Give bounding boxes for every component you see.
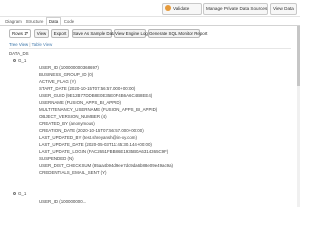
tree-node-icon[interactable]	[13, 59, 16, 62]
validate-label: Validate	[173, 6, 190, 11]
manage-private-data-sources-button[interactable]: Manage Private Data Sources	[203, 3, 268, 15]
tree-field: USERNAME (FUSION_APPS_BI_APPID)	[39, 100, 121, 105]
tree-group[interactable]: G_1	[18, 191, 26, 196]
tree-root: DATA_DS	[9, 51, 29, 56]
save-as-sample-data-button[interactable]: Save As Sample Data	[72, 29, 116, 38]
tree-field: CREATION_DATE (2020-10-15T07:56:57.000+0…	[39, 128, 144, 133]
view-button[interactable]: View	[34, 29, 49, 38]
scrollbar-thumb[interactable]	[297, 26, 300, 86]
header-bar: Validate Manage Private Data Sources Vie…	[0, 0, 300, 17]
table-view-link[interactable]: Table View	[32, 42, 53, 47]
view-data-button[interactable]: View Data	[270, 3, 297, 15]
view-separator: |	[29, 42, 31, 47]
view-switcher: Tree View | Table View	[9, 42, 52, 47]
tree-field: USER_ID (100000000...	[39, 199, 87, 204]
tree-field: OBJECT_VERSION_NUMBER (4)	[39, 114, 107, 119]
export-button[interactable]: Export	[51, 29, 69, 38]
validate-icon	[165, 5, 171, 12]
tree-field: USER_DIST_CHECKSUM (85aa4b94d9ee7dc9da6b…	[39, 163, 174, 168]
tree-field: START_DATE (2020-10-15T07:56:57.000+00:0…	[39, 86, 136, 91]
data-toolbar: Rows 1 View Export Save As Sample Data V…	[0, 29, 300, 40]
tab-divider	[0, 25, 300, 26]
view-data-label: View Data	[273, 6, 294, 11]
tree-field: LAST_UPDATE_DATE (2020-05-03T11:45:30.14…	[39, 142, 152, 147]
tree-field: USER_ID (100000000368697)	[39, 65, 99, 70]
view-engine-log-button[interactable]: View Engine Log	[114, 29, 148, 38]
tree-field: CREATED_BY (anonymous)	[39, 121, 95, 126]
generate-sql-monitor-report-button[interactable]: Generate SQL Monitor Report	[148, 29, 207, 38]
rows-select-value: Rows 1	[12, 31, 27, 36]
chevron-down-icon	[26, 32, 28, 34]
tree-field: CREDENTIALS_EMAIL_SENT (Y)	[39, 170, 107, 175]
rows-select[interactable]: Rows 1	[9, 29, 31, 38]
tree-field: ACTIVE_FLAG (Y)	[39, 79, 76, 84]
validate-button[interactable]: Validate	[162, 3, 202, 15]
tree-field: MULTITENANCY_USERNAME (FUSION_APPS_BI_AP…	[39, 107, 158, 112]
tree-group[interactable]: G_1	[18, 58, 26, 63]
tree-view-link[interactable]: Tree View	[9, 42, 28, 47]
view-divider	[9, 48, 291, 49]
tree-field: LAST_UPDATED_BY (test.shreyansh@in-xy.co…	[39, 135, 137, 140]
tree-node-icon[interactable]	[13, 192, 16, 195]
manage-label: Manage Private Data Sources	[206, 6, 268, 11]
tree-field: USER_GUID (9E12B77DDB8E0E35E0F4B6A6C4B8E…	[39, 93, 153, 98]
tree-field: LAST_UPDATE_LOGIN (FAC2651FBB86E1935B0A6…	[39, 149, 169, 154]
tree-field: BUSINESS_GROUP_ID (0)	[39, 72, 94, 77]
tree-field: SUSPENDED (N)	[39, 156, 74, 161]
